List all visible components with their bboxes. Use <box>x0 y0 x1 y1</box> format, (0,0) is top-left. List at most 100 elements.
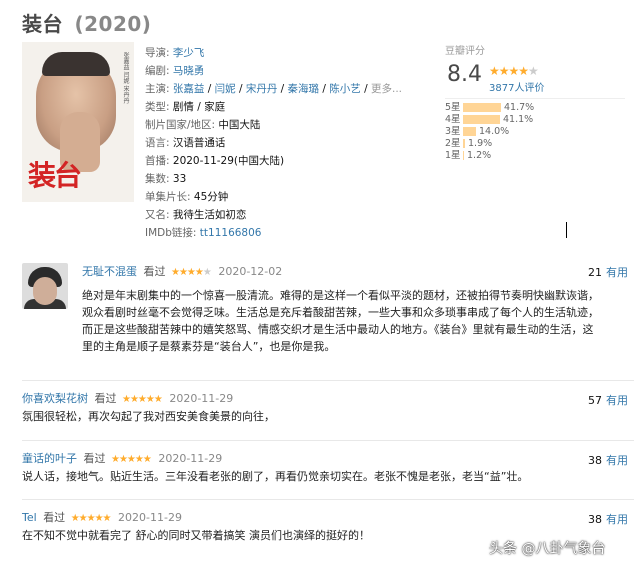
rating-label: 豆瓣评分 <box>445 46 485 57</box>
aka-value: 我待生活如初恋 <box>172 209 247 221</box>
review-line: 绝对是年末剧集中的一个惊喜一股清流。难得的是这样一个看似平淡的题材，还被拍得节奏… <box>82 289 599 302</box>
director-row: 导演: 李少飞 <box>145 44 415 62</box>
language-row: 语言: 汉语普通话 <box>145 134 415 152</box>
genre-value: 剧情 / 家庭 <box>172 101 226 113</box>
useful-button[interactable]: 有用 <box>606 513 628 526</box>
review-date: 2020-12-02 <box>218 265 283 278</box>
useful-count: 38 <box>588 513 602 526</box>
review-line: 里的主角是顺子是蔡素芬是“装台人”，也是你是我。 <box>82 340 336 353</box>
review-user-link[interactable]: 童话的叶子 <box>22 452 77 465</box>
review-line: 说人话，接地气。贴近生活。三年没看老张的剧了，再看仍觉亲切实在。老张不愧是老张，… <box>22 470 529 483</box>
poster-title-text: 装台 <box>28 159 82 192</box>
review-stars: ★★★★★ <box>70 513 112 524</box>
page-title: 装台 (2020) <box>22 8 151 37</box>
rating-bar-row: 3星 14.0% <box>445 126 534 138</box>
imdb-row: IMDb链接: tt11166806 <box>145 224 415 242</box>
avatar[interactable] <box>22 263 68 309</box>
rating-bar-pct: 41.7% <box>504 102 535 113</box>
rating-bar-label: 4星 <box>445 114 461 125</box>
review-watched: 看过 <box>143 265 166 278</box>
review-watched: 看过 <box>94 392 117 405</box>
show-title: 装台 <box>22 12 63 36</box>
divider <box>22 380 634 381</box>
rating-bar-fill <box>463 127 476 136</box>
rating-divider <box>445 98 625 99</box>
episodes-key: 集数: <box>145 173 170 185</box>
rating-bar-label: 3星 <box>445 126 461 137</box>
review-user-link[interactable]: 无耻不混蛋 <box>82 265 137 278</box>
rating-bar-row: 1星 1.2% <box>445 150 534 162</box>
text-cursor <box>566 222 567 238</box>
writer-key: 编剧: <box>145 65 170 77</box>
divider <box>22 440 634 441</box>
useful-count: 38 <box>588 454 602 467</box>
info-panel: 导演: 李少飞 编剧: 马晓勇 主演: 张嘉益 / 闫妮 / 宋丹丹 / 秦海璐… <box>145 44 415 242</box>
genre-row: 类型: 剧情 / 家庭 <box>145 98 415 116</box>
episodes-value: 33 <box>172 173 187 185</box>
poster-image[interactable]: 装台 张嘉益 闫妮 宋丹丹 <box>22 42 134 202</box>
review-watched: 看过 <box>43 511 66 524</box>
rating-bar-row: 4星 41.1% <box>445 114 534 126</box>
review-useful: 38 有用 <box>588 511 628 527</box>
review-stars: ★★★★★ <box>171 267 212 278</box>
poster-side-text: 张嘉益 闫妮 宋丹丹 <box>122 52 129 104</box>
useful-button[interactable]: 有用 <box>606 394 628 407</box>
review-line: 而正是这些酸甜苦辣中的嬉笑怒骂、情感交织才是生活中最动人的地方。《装台》里就有最… <box>82 323 594 336</box>
country-key: 制片国家/地区: <box>145 119 216 131</box>
rating-bar-row: 5星 41.7% <box>445 102 534 114</box>
rating-bar-label: 5星 <box>445 102 461 113</box>
cast-link[interactable]: 陈小艺 <box>329 83 361 95</box>
review-user-link[interactable]: 你喜欢梨花树 <box>22 392 88 405</box>
premiere-row: 首播: 2020-11-29(中国大陆) <box>145 152 415 170</box>
episodes-row: 集数: 33 <box>145 170 415 188</box>
cast-link[interactable]: 闫妮 <box>215 83 236 95</box>
rating-bar-pct: 1.9% <box>468 138 493 149</box>
review-useful: 21 有用 <box>588 264 628 280</box>
rating-count-link[interactable]: 3877人评价 <box>489 79 544 94</box>
country-value: 中国大陆 <box>218 119 261 131</box>
cast-link[interactable]: 张嘉益 <box>173 83 205 95</box>
genre-key: 类型: <box>145 101 170 113</box>
language-value: 汉语普通话 <box>172 137 226 149</box>
director-link[interactable]: 李少飞 <box>173 47 205 59</box>
review-text: 绝对是年末剧集中的一个惊喜一股清流。难得的是这样一个看似平淡的题材，还被拍得节奏… <box>82 287 634 355</box>
review-line: 氛围很轻松，再次勾起了我对西安美食美景的向往， <box>22 410 275 423</box>
runtime-key: 单集片长: <box>145 191 191 203</box>
cast-link[interactable]: 秦海璐 <box>288 83 320 95</box>
cast-link[interactable]: 宋丹丹 <box>246 83 278 95</box>
rating-score: 8.4 <box>447 62 482 87</box>
imdb-link[interactable]: tt11166806 <box>200 227 262 239</box>
divider <box>22 499 634 500</box>
director-key: 导演: <box>145 47 170 59</box>
rating-bar-fill <box>463 139 465 148</box>
premiere-key: 首播: <box>145 155 170 167</box>
country-row: 制片国家/地区: 中国大陆 <box>145 116 415 134</box>
rating-bar-label: 2星 <box>445 138 461 149</box>
review-useful: 38 有用 <box>588 452 628 468</box>
useful-button[interactable]: 有用 <box>606 266 628 279</box>
rating-bar-pct: 41.1% <box>503 114 534 125</box>
cast-more-link[interactable]: 更多... <box>371 83 402 95</box>
review-text: 在不知不觉中就看完了 舒心的同时又带着搞笑 演员们也演绎的挺好的！ <box>22 527 482 544</box>
language-key: 语言: <box>145 137 170 149</box>
review-date: 2020-11-29 <box>158 452 223 465</box>
review-header: 童话的叶子 看过 ★★★★★ 2020-11-29 <box>22 451 222 467</box>
cast-key: 主演: <box>145 83 170 95</box>
runtime-value: 45分钟 <box>193 191 229 203</box>
rating-panel: 豆瓣评分 8.4 ★★★★★ 3877人评价 5星 41.7% 4星 41.1% 3… <box>445 42 625 161</box>
show-year: (2020) <box>74 12 152 36</box>
rating-bar-fill <box>463 103 501 112</box>
useful-count: 57 <box>588 394 602 407</box>
review-text: 说人话，接地气。贴近生活。三年没看老张的剧了，再看仍觉亲切实在。老张不愧是老张，… <box>22 468 632 485</box>
writer-link[interactable]: 马晓勇 <box>173 65 205 77</box>
review-date: 2020-11-29 <box>169 392 234 405</box>
watermark: 头条 @八卦气象台 <box>489 541 606 557</box>
aka-key: 又名: <box>145 209 170 221</box>
useful-button[interactable]: 有用 <box>606 454 628 467</box>
review-header: 你喜欢梨花树 看过 ★★★★★ 2020-11-29 <box>22 391 233 407</box>
review-stars: ★★★★★ <box>122 394 163 405</box>
review-line: 在不知不觉中就看完了 舒心的同时又带着搞笑 演员们也演绎的挺好的！ <box>22 529 370 542</box>
review-user-link[interactable]: Tel <box>22 511 37 524</box>
review-text: 氛围很轻松，再次勾起了我对西安美食美景的向往， <box>22 408 622 425</box>
rating-bar-row: 2星 1.9% <box>445 138 534 150</box>
